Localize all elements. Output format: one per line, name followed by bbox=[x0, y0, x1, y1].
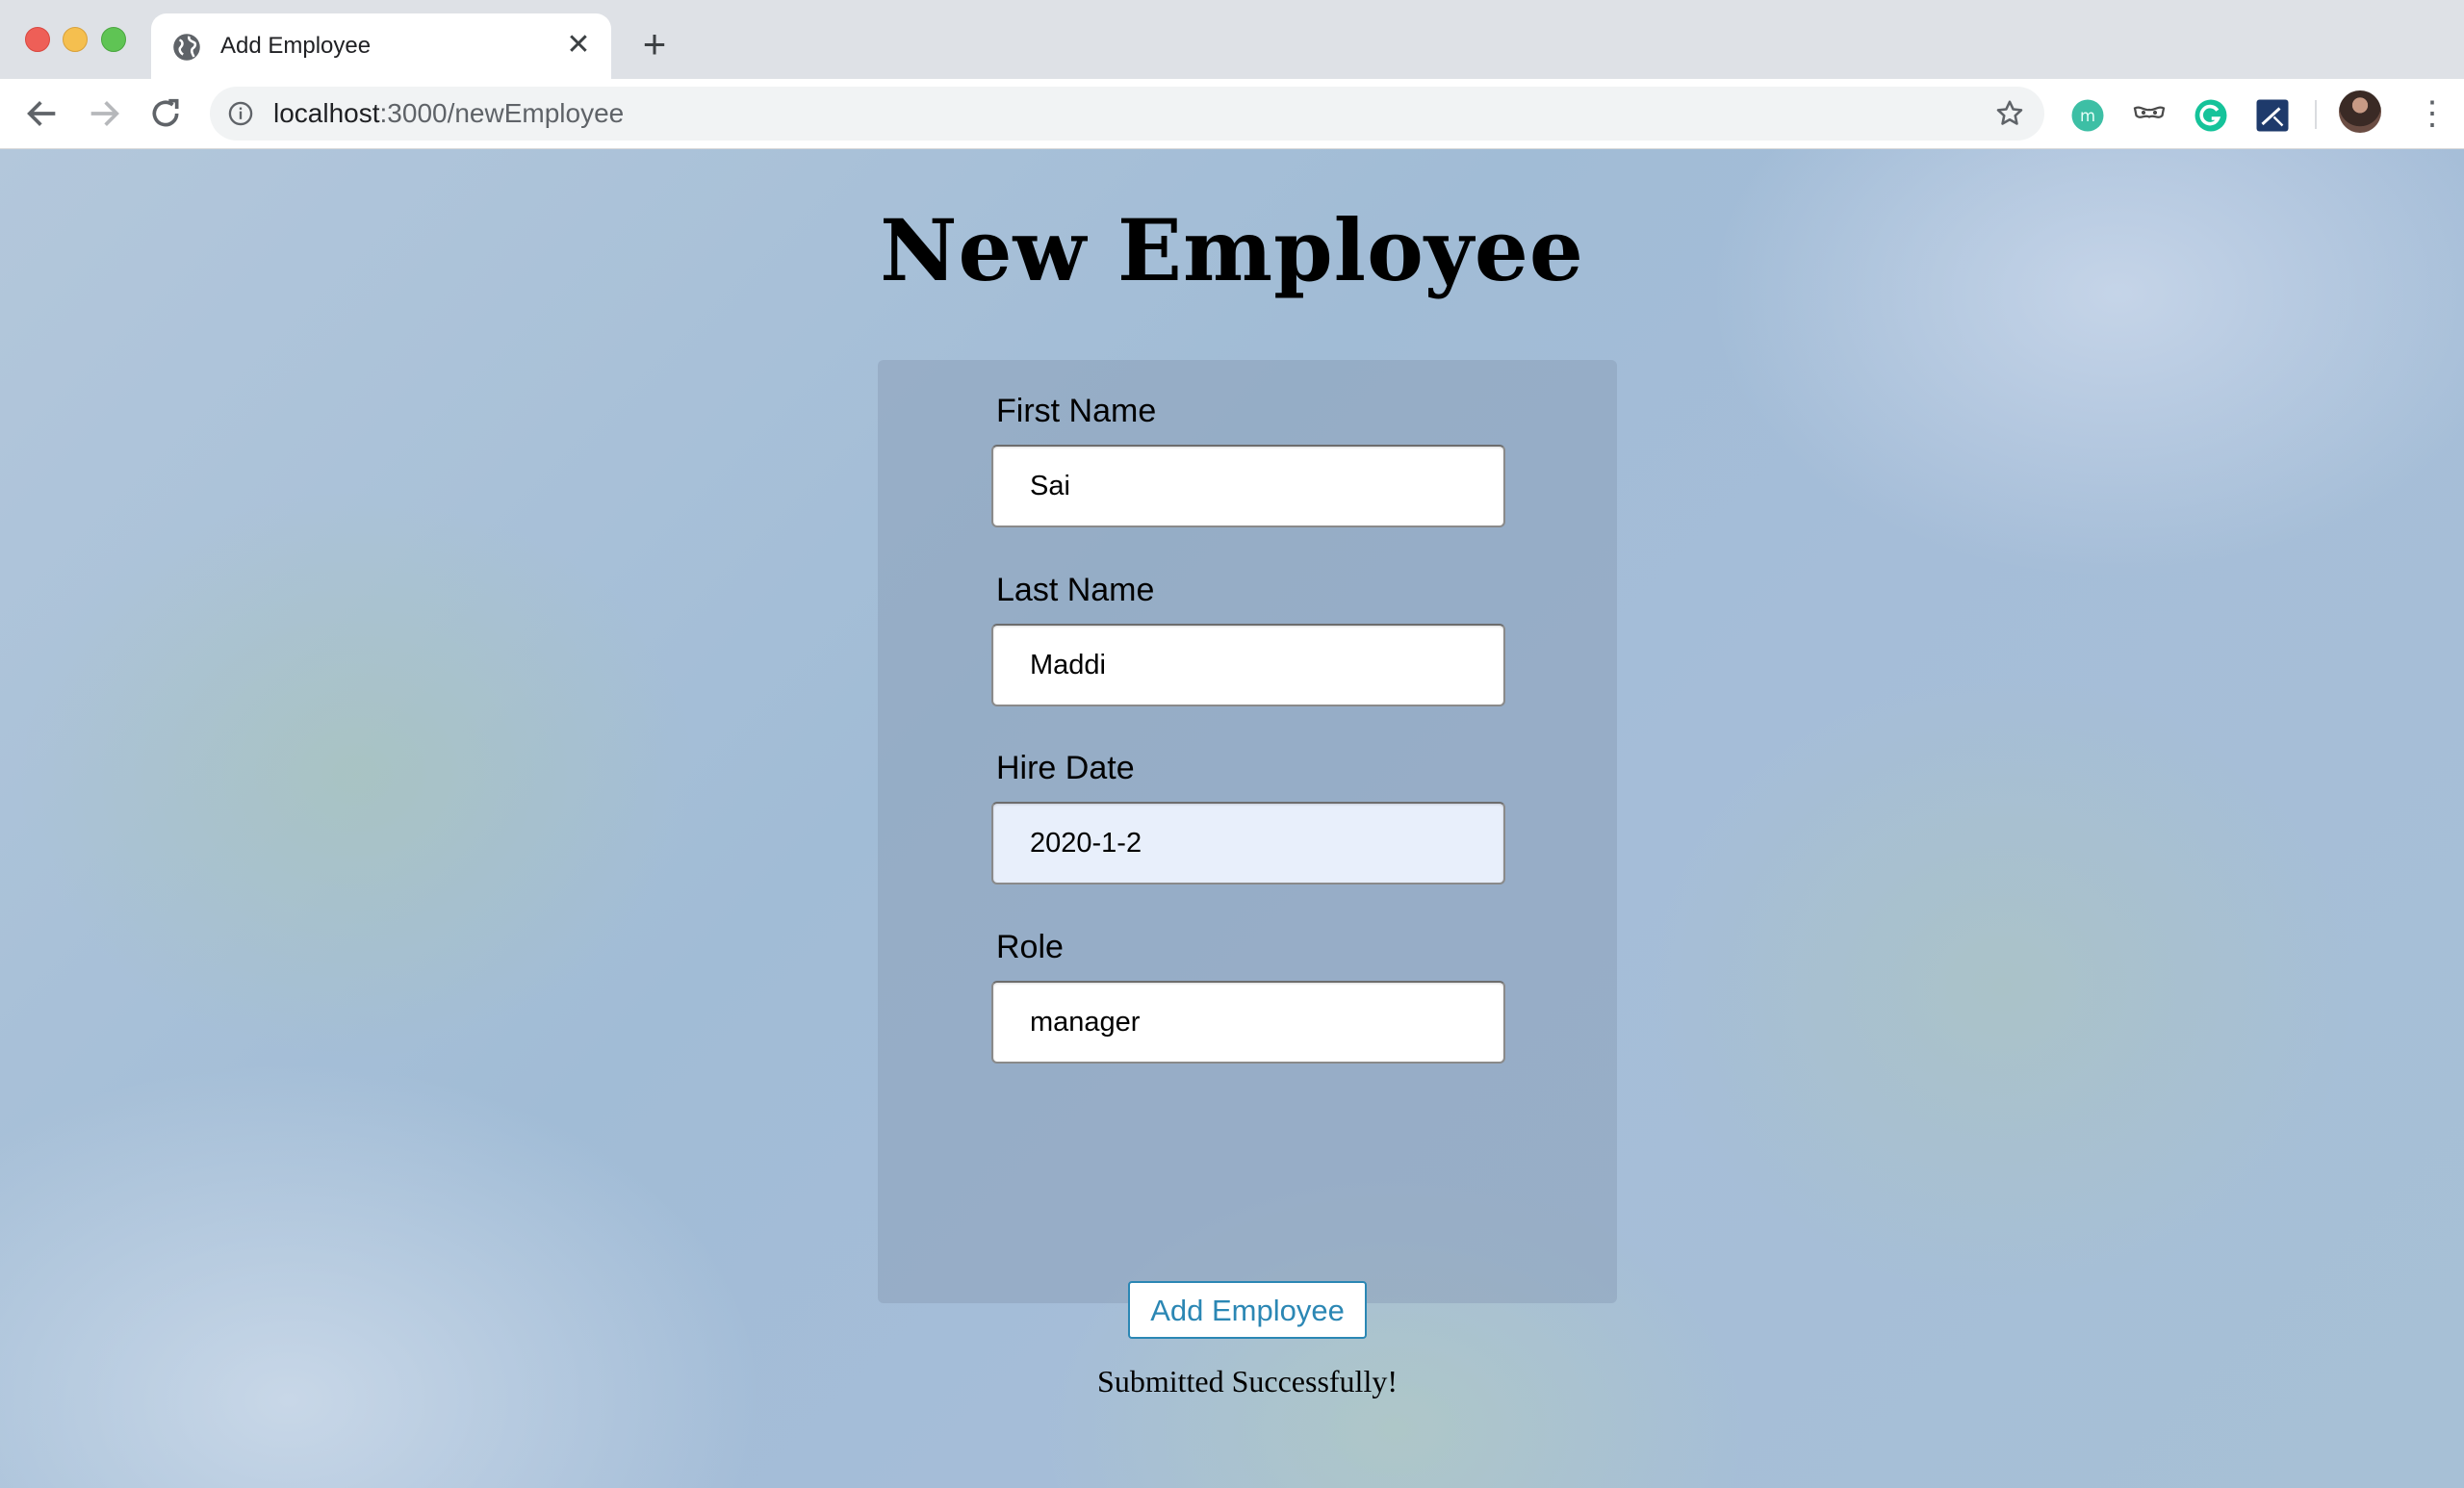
kebab-menu-icon[interactable]: ⋮ bbox=[2416, 96, 2449, 131]
page-title: New Employee bbox=[880, 200, 1584, 300]
mask-extension-icon[interactable] bbox=[2132, 98, 2167, 133]
first-name-label: First Name bbox=[996, 393, 1157, 429]
browser-tab-active[interactable]: Add Employee ✕ bbox=[151, 13, 611, 79]
url-text[interactable]: localhost:3000/newEmployee bbox=[273, 98, 624, 129]
star-icon[interactable] bbox=[1994, 98, 2025, 129]
plus-icon[interactable]: + bbox=[635, 24, 674, 64]
browser-tab-bar: Add Employee ✕ + bbox=[0, 0, 2464, 79]
page-content: New Employee First Name Last Name Hire D… bbox=[0, 149, 2464, 1488]
hire-date-input[interactable] bbox=[991, 802, 1505, 885]
role-input[interactable] bbox=[991, 981, 1505, 1064]
avatar[interactable] bbox=[2339, 90, 2381, 133]
reload-icon[interactable] bbox=[146, 94, 185, 133]
role-label: Role bbox=[996, 929, 1064, 965]
url-path: :3000/newEmployee bbox=[379, 98, 625, 128]
url-host: localhost bbox=[273, 98, 380, 128]
last-name-label: Last Name bbox=[996, 572, 1155, 608]
employee-form: First Name Last Name Hire Date Role Add … bbox=[878, 360, 1617, 1398]
close-icon[interactable]: ✕ bbox=[563, 30, 594, 61]
browser-toolbar: localhost:3000/newEmployee m ⋮ bbox=[0, 79, 2464, 149]
toolbar-divider bbox=[2315, 100, 2317, 129]
last-name-input[interactable] bbox=[991, 624, 1505, 706]
forward-arrow-icon[interactable] bbox=[85, 94, 123, 133]
status-message: Submitted Successfully! bbox=[1097, 1364, 1398, 1398]
grammarly-extension-icon[interactable] bbox=[2194, 98, 2228, 133]
minimize-window-button[interactable] bbox=[63, 27, 88, 52]
svg-text:m: m bbox=[2080, 107, 2095, 125]
wand-extension-icon[interactable] bbox=[2255, 98, 2290, 133]
close-window-button[interactable] bbox=[25, 27, 50, 52]
globe-icon bbox=[173, 34, 200, 61]
address-bar[interactable]: localhost:3000/newEmployee bbox=[210, 87, 2044, 141]
tab-title: Add Employee bbox=[220, 33, 372, 59]
maximize-window-button[interactable] bbox=[101, 27, 126, 52]
first-name-input[interactable] bbox=[991, 445, 1505, 527]
info-icon[interactable] bbox=[227, 100, 254, 127]
add-employee-button[interactable]: Add Employee bbox=[1128, 1281, 1367, 1339]
monica-extension-icon[interactable]: m bbox=[2070, 98, 2105, 133]
back-arrow-icon[interactable] bbox=[23, 94, 62, 133]
hire-date-label: Hire Date bbox=[996, 750, 1135, 786]
